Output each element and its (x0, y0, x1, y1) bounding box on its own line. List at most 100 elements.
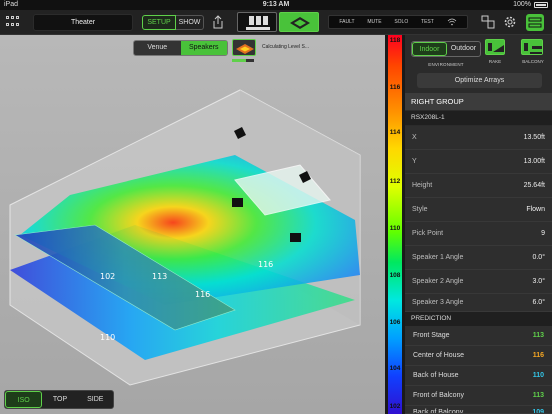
prediction-label: Front of Balcony (413, 392, 464, 399)
group-header: RIGHT GROUP (405, 93, 552, 110)
speaker-model-header: RSX208L-1 (405, 111, 552, 125)
share-icon[interactable] (212, 15, 224, 29)
battery-icon (534, 1, 548, 8)
prop-row-speaker-2-angle[interactable]: Speaker 2 Angle 3.0° (405, 270, 552, 294)
layout-icon[interactable] (481, 15, 495, 29)
prediction-row: Back of Balcony 109 (405, 406, 552, 414)
mixer-settings-button[interactable] (526, 14, 544, 31)
battery-percent: 100% (513, 1, 531, 8)
speaker-stack-icon (246, 16, 270, 30)
apps-grid-icon[interactable] (6, 16, 20, 28)
prop-label: Speaker 1 Angle (412, 254, 464, 261)
battery-indicator: 100% (513, 1, 548, 8)
prediction-value: 113 (532, 332, 544, 339)
env-outdoor-button[interactable]: Outdoor (447, 42, 480, 56)
prediction-header: PREDICTION (405, 312, 552, 326)
calculation-status: Calculating Level S... (262, 44, 309, 50)
prop-row-speaker-1-angle[interactable]: Speaker 1 Angle 0.0° (405, 246, 552, 270)
rake-label: RAKE (488, 59, 502, 64)
prop-value[interactable]: 0.0° (532, 246, 545, 270)
solo-indicator: SOLO (394, 19, 409, 25)
scale-tick: 102 (389, 403, 401, 410)
view-iso-button[interactable]: ISO (5, 391, 43, 408)
prop-value[interactable]: 13.00ft (524, 150, 545, 174)
camera-view-selector: ISO TOP SIDE (4, 390, 114, 409)
spl-color-scale: 118 116 114 112 110 108 106 104 102 (385, 35, 405, 414)
prediction-row: Front of Balcony 113 (405, 386, 552, 406)
properties-panel: Indoor Outdoor ENVIRONMENT RAKE BALCONY … (405, 35, 552, 414)
map-label: 102 (100, 272, 115, 281)
prop-label: Speaker 2 Angle (412, 278, 464, 285)
coverage-map[interactable]: 102 113 116 110 116 (0, 35, 385, 414)
rake-icon (488, 43, 504, 52)
env-indoor-button[interactable]: Indoor (412, 42, 447, 56)
prediction-row: Front Stage 113 (405, 326, 552, 346)
room-view-button[interactable] (279, 12, 319, 32)
test-indicator: TEST (421, 19, 434, 25)
status-indicator-strip: FAULT MUTE SOLO TEST (328, 15, 468, 29)
view-top-button[interactable]: TOP (42, 391, 77, 408)
prop-label: X (412, 134, 417, 141)
map-layer-icon (236, 44, 254, 54)
tab-venue[interactable]: Venue (134, 41, 181, 55)
prediction-row: Back of House 110 (405, 366, 552, 386)
mute-indicator: MUTE (367, 19, 382, 25)
coverage-map-icon[interactable] (232, 39, 256, 56)
map-label: 116 (258, 260, 273, 269)
prop-label: Speaker 3 Angle (412, 299, 464, 306)
room-3d-icon (290, 17, 310, 29)
map-label: 113 (152, 272, 167, 281)
rake-toggle[interactable] (485, 39, 505, 55)
scale-tick: 114 (389, 129, 401, 136)
venue-name-field[interactable]: Theater (33, 14, 133, 31)
wifi-icon (447, 18, 456, 26)
prop-value[interactable]: 9 (541, 222, 545, 246)
venue-speakers-toggle: Venue Speakers (133, 40, 228, 56)
scale-tick: 104 (389, 365, 401, 372)
prop-value[interactable]: 6.0° (532, 294, 545, 312)
prop-value[interactable]: 13.50ft (524, 126, 545, 150)
prop-row-style[interactable]: Style Flown (405, 198, 552, 222)
view-side-button[interactable]: SIDE (78, 391, 113, 408)
balcony-toggle[interactable] (521, 39, 543, 55)
prop-row-x[interactable]: X 13.50ft (405, 126, 552, 150)
prop-row-speaker-3-angle[interactable]: Speaker 3 Angle 6.0° (405, 294, 552, 312)
fault-indicator: FAULT (339, 19, 355, 25)
tab-speakers[interactable]: Speakers (180, 41, 227, 55)
show-button[interactable]: SHOW (176, 15, 204, 30)
prop-label: Pick Point (412, 230, 444, 237)
prediction-label: Back of House (413, 372, 459, 379)
environment-label: ENVIRONMENT (428, 62, 464, 67)
prediction-label: Back of Balcony (413, 409, 464, 414)
top-toolbar: Theater SETUP SHOW FAULT MUTE SOLO TEST (0, 10, 552, 35)
prop-value[interactable]: 25.64ft (524, 174, 545, 198)
sliders-icon (528, 17, 542, 28)
scale-tick: 108 (389, 272, 401, 279)
prop-value[interactable]: Flown (526, 198, 545, 222)
prop-value[interactable]: 3.0° (532, 270, 545, 294)
prediction-value: 109 (532, 409, 544, 414)
optimize-arrays-button[interactable]: Optimize Arrays (417, 73, 542, 88)
clock: 9:13 AM (262, 1, 290, 8)
scale-tick: 110 (389, 225, 401, 232)
prediction-row: Center of House 116 (405, 346, 552, 366)
prediction-label: Front Stage (413, 332, 450, 339)
prop-label: Height (412, 182, 433, 189)
map-label: 116 (195, 290, 210, 299)
room-3d-viewport[interactable]: 102 113 116 110 116 Venue Speakers Calcu… (0, 35, 385, 414)
prediction-value: 113 (532, 392, 544, 399)
gear-icon[interactable] (503, 15, 517, 29)
array-view-button[interactable] (237, 12, 277, 32)
prop-row-y[interactable]: Y 13.00ft (405, 150, 552, 174)
balcony-icon (524, 43, 542, 54)
prediction-value: 116 (532, 352, 544, 359)
calculation-progress-bar (232, 59, 254, 62)
prop-row-pick-point[interactable]: Pick Point 9 (405, 222, 552, 246)
environment-toggle: Indoor Outdoor (411, 41, 481, 57)
prop-row-height[interactable]: Height 25.64ft (405, 174, 552, 198)
setup-button[interactable]: SETUP (142, 15, 176, 30)
status-bar: iPad 9:13 AM 100% (0, 0, 552, 10)
map-label: 110 (100, 333, 115, 342)
speaker-right-icon[interactable] (290, 233, 301, 242)
speaker-left-icon[interactable] (232, 198, 243, 207)
